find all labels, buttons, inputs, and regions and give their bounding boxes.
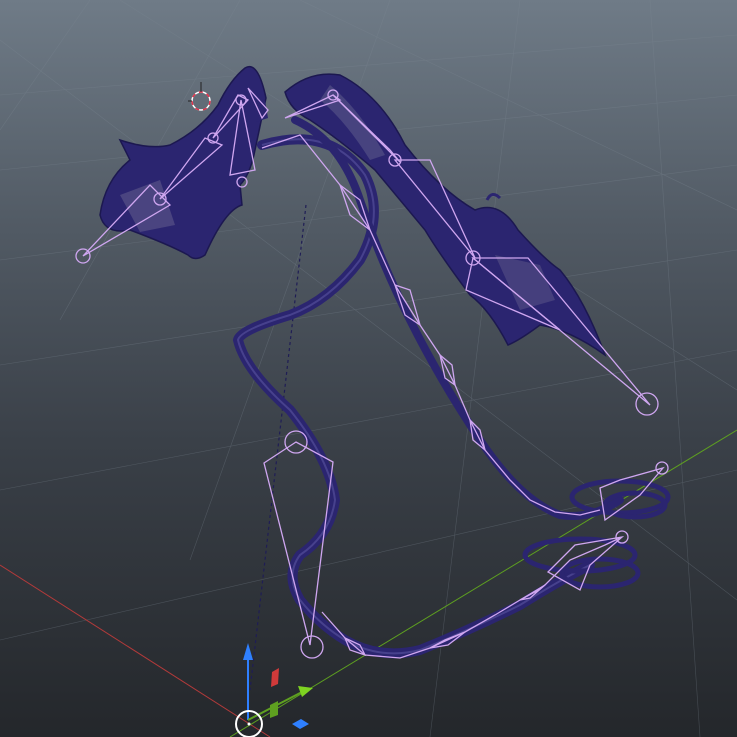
viewport-scene[interactable]: [0, 0, 737, 737]
3d-viewport[interactable]: [0, 0, 737, 737]
z-axis-arrowhead[interactable]: [243, 643, 253, 660]
x-axis-line: [0, 564, 271, 737]
bone-joint[interactable]: [300, 635, 324, 659]
xz-plane-handle[interactable]: [271, 668, 279, 687]
xy-plane-handle[interactable]: [292, 719, 309, 729]
bone-joint[interactable]: [635, 392, 659, 416]
rig-center-dashed-line: [249, 204, 307, 691]
yz-plane-handle[interactable]: [270, 701, 278, 718]
